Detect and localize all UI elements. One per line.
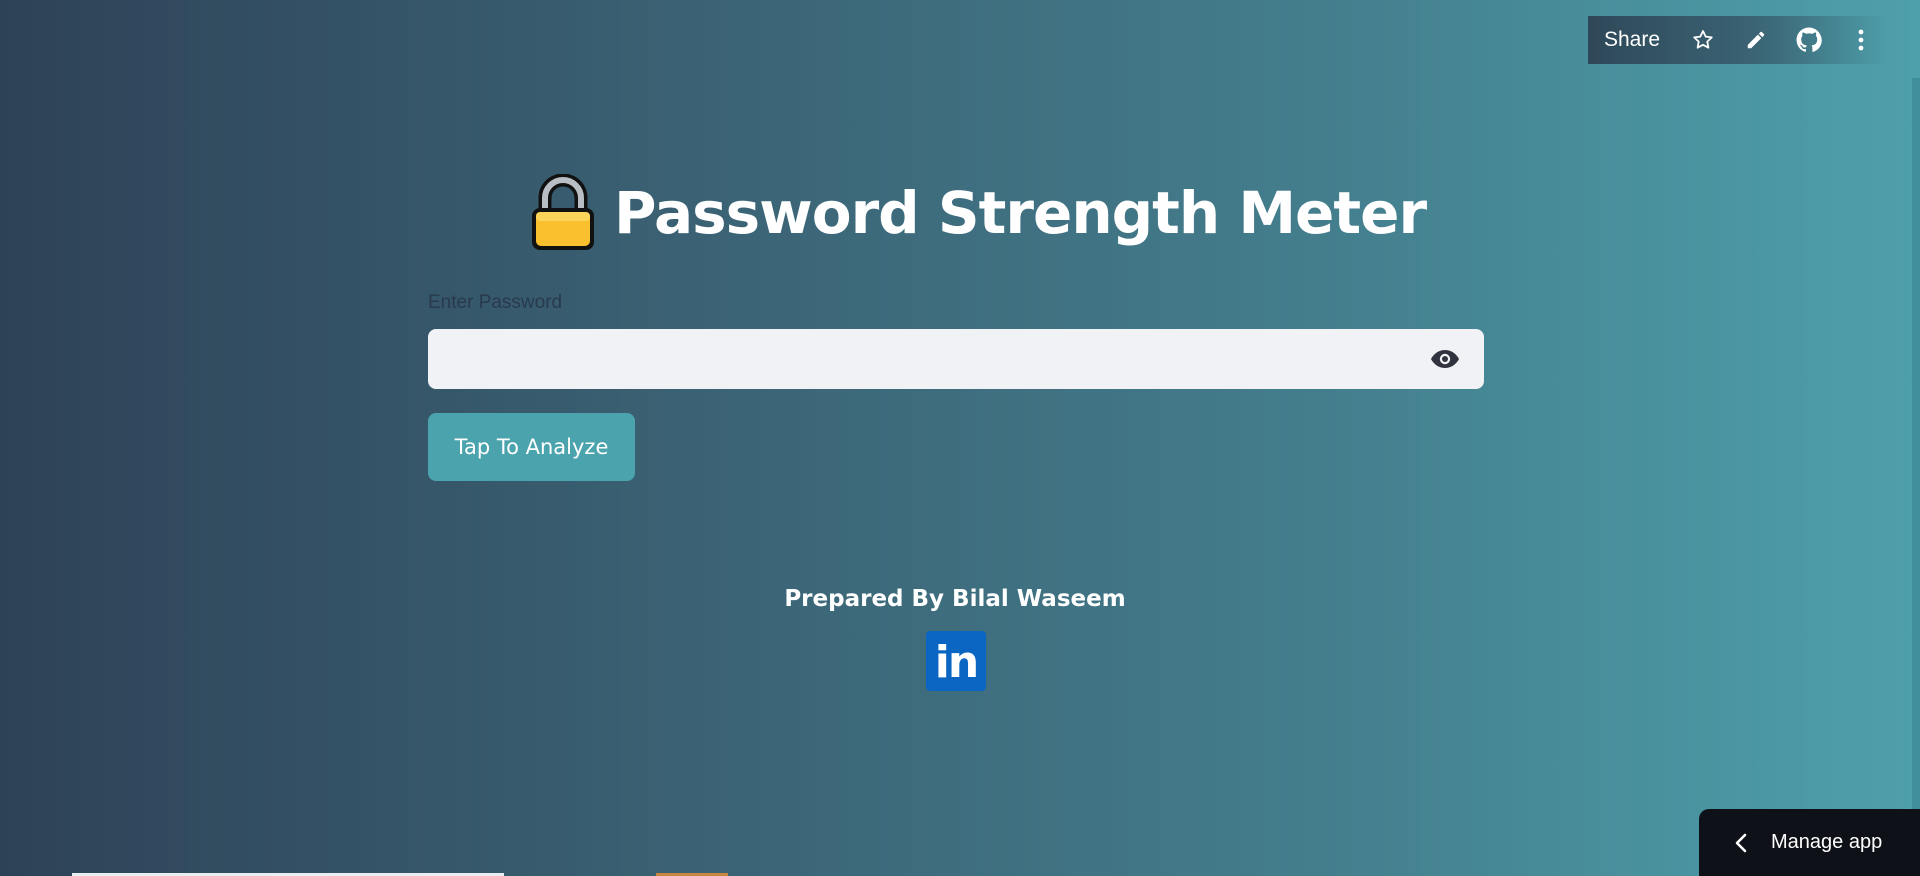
scrollbar[interactable]: [1912, 78, 1920, 876]
lock-icon: [532, 174, 594, 250]
password-label: Enter Password: [428, 292, 563, 313]
app-toolbar: Share: [1588, 16, 1888, 64]
credit-text: Prepared By Bilal Waseem: [784, 586, 1126, 612]
manage-app-label: Manage app: [1771, 831, 1883, 853]
analyze-button[interactable]: Tap To Analyze: [428, 413, 635, 481]
manage-app-button[interactable]: Manage app: [1699, 809, 1920, 876]
more-vertical-icon[interactable]: [1835, 16, 1888, 64]
chevron-left-icon: [1735, 833, 1747, 853]
github-icon[interactable]: [1782, 16, 1835, 64]
password-input[interactable]: [428, 329, 1408, 389]
title-row: Password Strength Meter: [528, 168, 1427, 258]
share-button[interactable]: Share: [1588, 16, 1676, 64]
password-field-container: [428, 329, 1484, 389]
linkedin-logo-text: in: [934, 637, 979, 688]
page-title: Password Strength Meter: [614, 179, 1427, 247]
star-icon[interactable]: [1676, 16, 1729, 64]
linkedin-icon[interactable]: in: [926, 631, 986, 691]
eye-icon[interactable]: [1422, 343, 1468, 375]
pencil-icon[interactable]: [1729, 16, 1782, 64]
